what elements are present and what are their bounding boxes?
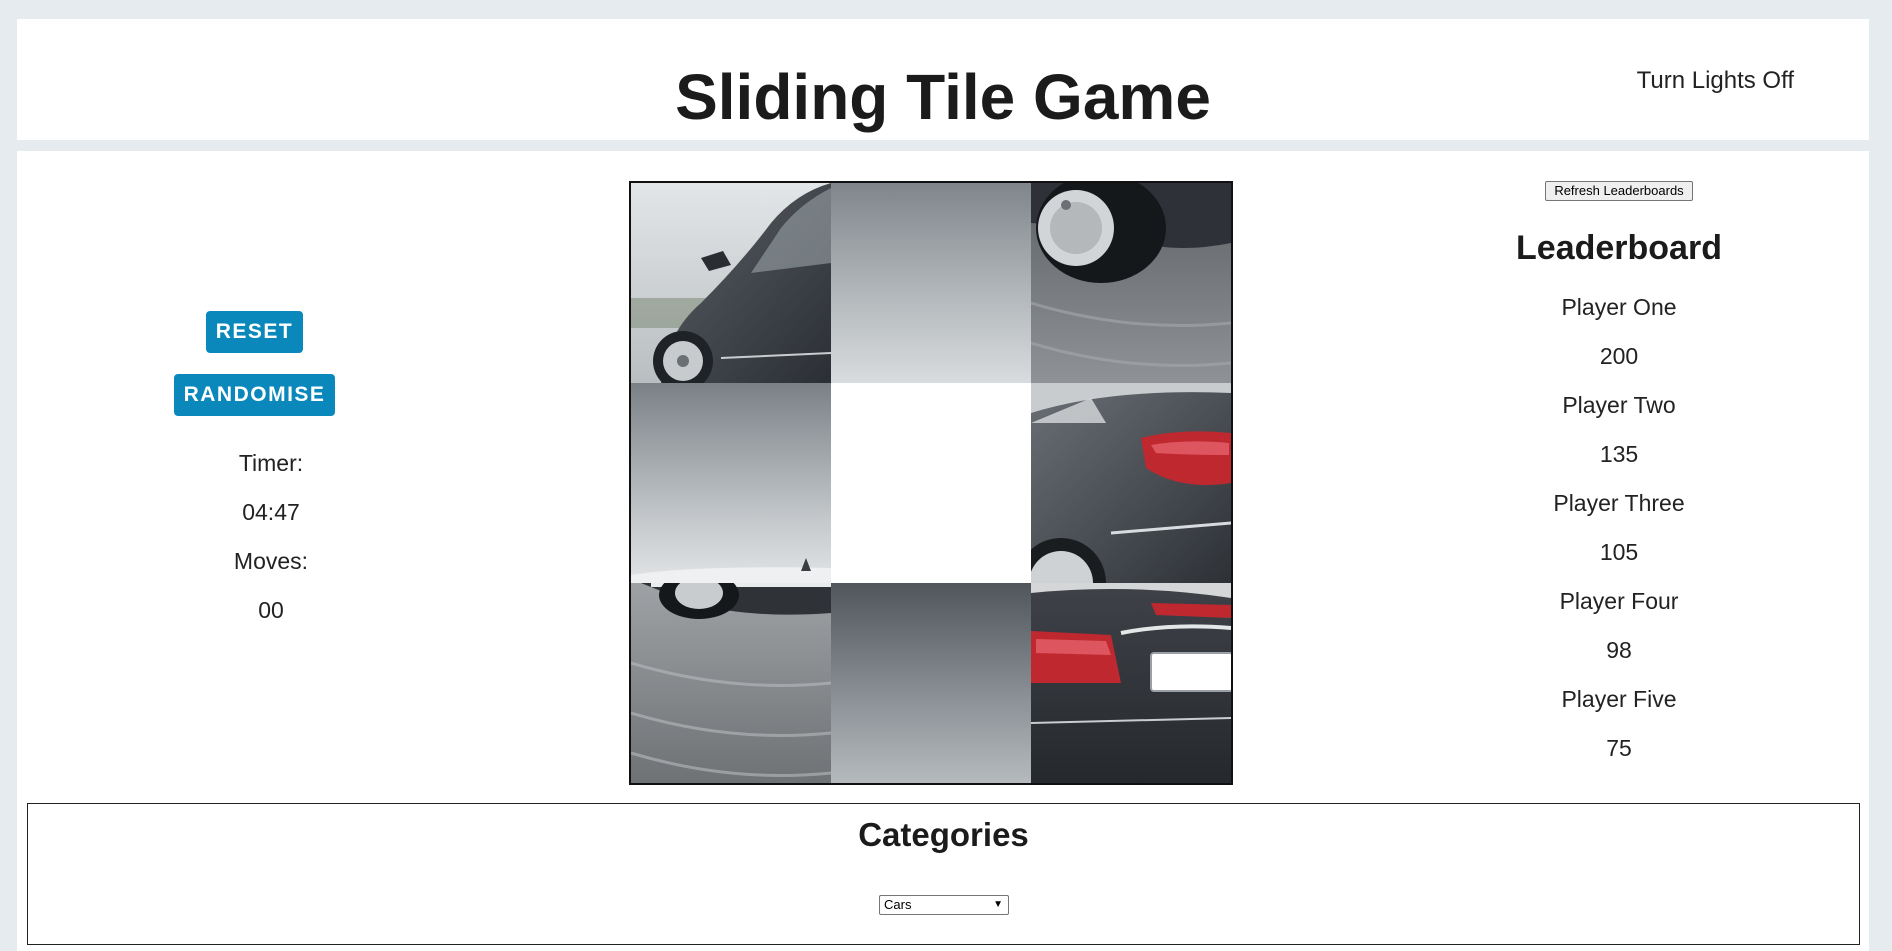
page-title: Sliding Tile Game	[675, 61, 1211, 133]
header: Sliding Tile Game Turn Lights Off	[17, 19, 1869, 140]
lights-toggle-button[interactable]: Turn Lights Off	[1637, 67, 1794, 95]
puzzle-board	[629, 181, 1233, 785]
puzzle-tile-9[interactable]	[1031, 583, 1231, 783]
puzzle-tile-empty[interactable]	[831, 383, 1031, 583]
puzzle-tile-6[interactable]	[1031, 383, 1231, 583]
puzzle-tile-7[interactable]	[631, 583, 831, 783]
leaderboard-name-2: Player Two	[1562, 392, 1676, 418]
categories-title: Categories	[858, 816, 1029, 853]
leaderboard-score-3: 105	[1599, 539, 1639, 565]
refresh-leaderboards-button[interactable]: Refresh Leaderboards	[1545, 181, 1693, 201]
leaderboard-name-3: Player Three	[1553, 490, 1685, 516]
leaderboard-score-1: 200	[1599, 343, 1639, 369]
leaderboard-score-5: 75	[1606, 735, 1632, 761]
chevron-down-icon: ▼	[993, 899, 1003, 910]
leaderboard-name-1: Player One	[1561, 294, 1677, 320]
leaderboard-score-2: 135	[1599, 441, 1639, 467]
moves-value: 00	[258, 597, 284, 623]
leaderboard-name-4: Player Four	[1559, 588, 1679, 614]
category-select-value: Cars	[884, 897, 912, 912]
puzzle-tile-8[interactable]	[831, 583, 1031, 783]
leaderboard-score-4: 98	[1606, 637, 1632, 663]
timer-label: Timer:	[238, 450, 304, 476]
puzzle-tile-2[interactable]	[831, 183, 1031, 383]
puzzle-tile-1[interactable]	[631, 183, 831, 383]
timer-value: 04:47	[242, 499, 300, 525]
category-select[interactable]: Cars ▼	[879, 895, 1009, 915]
categories-panel: Categories Cars ▼	[27, 803, 1860, 945]
moves-label: Moves:	[233, 548, 309, 574]
randomise-button[interactable]: RANDOMISE	[174, 374, 335, 416]
puzzle-tile-3[interactable]	[1031, 183, 1231, 383]
leaderboard-name-5: Player Five	[1561, 686, 1677, 712]
reset-button[interactable]: RESET	[206, 311, 303, 353]
leaderboard-title: Leaderboard	[1516, 229, 1722, 267]
puzzle-tile-4[interactable]	[631, 383, 831, 583]
